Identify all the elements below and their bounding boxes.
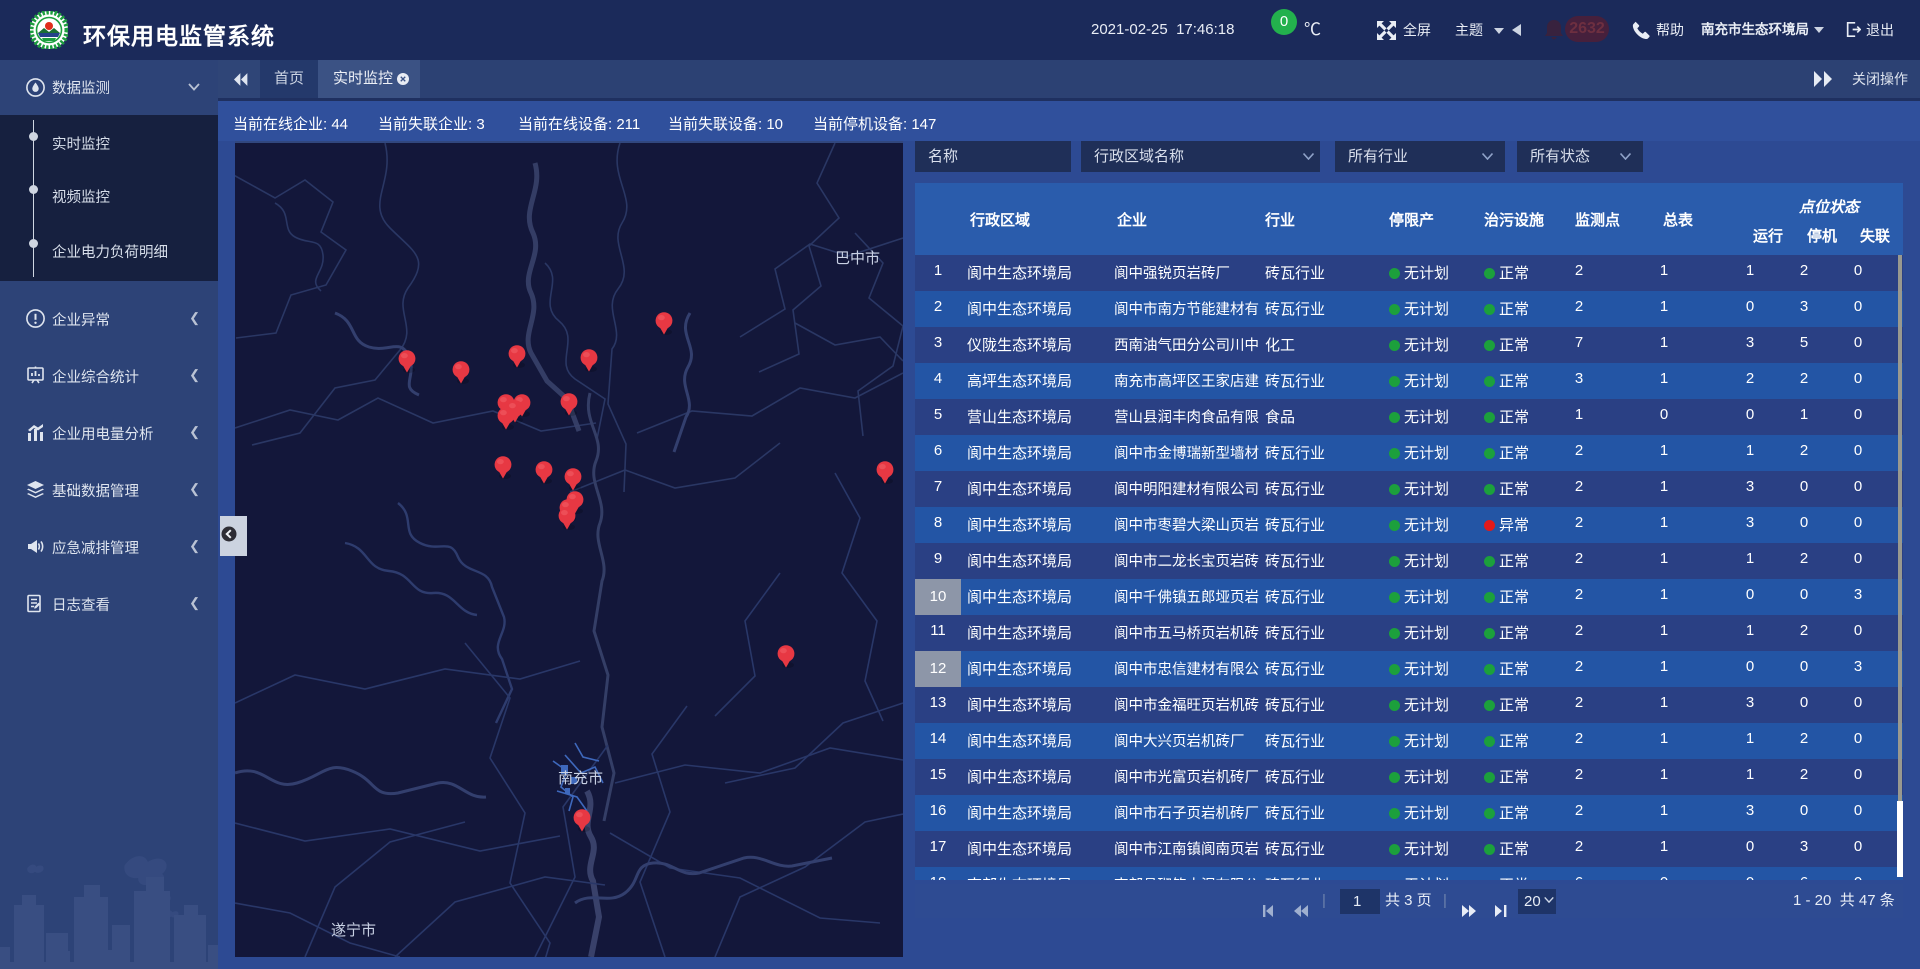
svg-text:巴中市: 巴中市	[835, 250, 880, 267]
svg-text:南充市: 南充市	[558, 770, 603, 787]
svg-text:遂宁市: 遂宁市	[331, 922, 376, 939]
